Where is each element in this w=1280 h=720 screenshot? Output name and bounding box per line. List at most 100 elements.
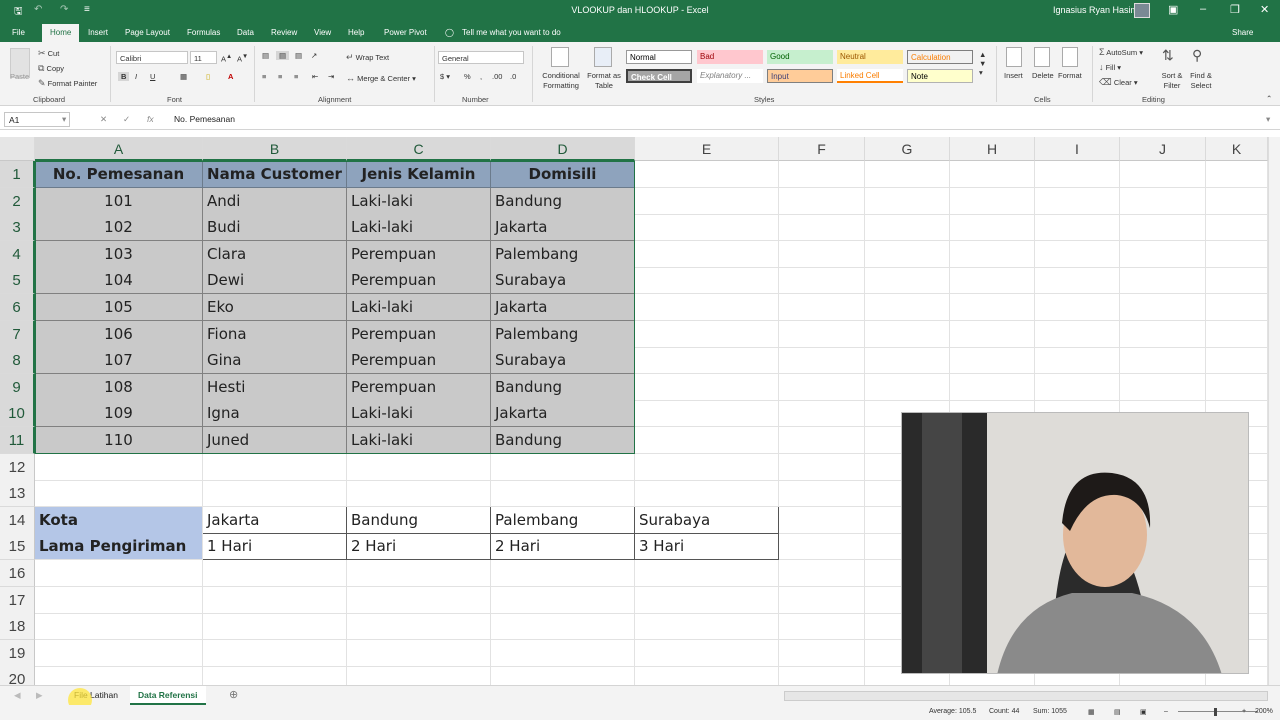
enter-icon[interactable]: ✓	[123, 114, 130, 125]
grid-cell[interactable]	[950, 240, 1035, 268]
row-header-20[interactable]: 20	[0, 666, 35, 685]
decrease-font-icon[interactable]: A▼	[237, 53, 248, 64]
zoom-in-icon[interactable]: +	[1242, 708, 1246, 715]
grid-cell[interactable]	[779, 613, 865, 641]
grid-cell[interactable]	[950, 187, 1035, 215]
grid-cell[interactable]	[950, 267, 1035, 295]
grid-cell[interactable]	[1206, 320, 1268, 348]
table-cell[interactable]: Fiona	[203, 320, 347, 348]
grid-cell[interactable]	[779, 560, 865, 587]
conditional-formatting-button[interactable]: Conditional Formatting	[538, 71, 584, 91]
grid-cell[interactable]	[203, 586, 347, 614]
grid-cell[interactable]	[635, 480, 779, 508]
table-cell[interactable]: 104	[35, 267, 203, 295]
grid-cell[interactable]	[1120, 267, 1206, 295]
table-cell[interactable]: Dewi	[203, 267, 347, 295]
formula-input[interactable]: No. Pemesanan	[174, 114, 235, 124]
table-cell[interactable]: Igna	[203, 400, 347, 428]
table-cell[interactable]: 110	[35, 427, 203, 454]
grid-cell[interactable]	[1206, 187, 1268, 215]
grid-cell[interactable]	[779, 506, 865, 534]
grid-cell[interactable]	[779, 400, 865, 428]
table-cell[interactable]: Perempuan	[347, 373, 491, 401]
table-cell[interactable]: 107	[35, 347, 203, 375]
tab-review[interactable]: Review	[271, 28, 297, 37]
grid-cell[interactable]	[779, 586, 865, 614]
table-cell[interactable]: Laki-laki	[347, 214, 491, 242]
grid-cell[interactable]	[950, 347, 1035, 375]
column-header-k[interactable]: K	[1206, 137, 1268, 161]
collapse-ribbon-icon[interactable]: ⌃	[1266, 94, 1272, 103]
grid-cell[interactable]	[491, 666, 635, 685]
grid-cell[interactable]	[635, 560, 779, 587]
grid-cell[interactable]	[1035, 373, 1120, 401]
grid-cell[interactable]	[1035, 161, 1120, 188]
increase-font-icon[interactable]: A▲	[221, 53, 232, 64]
table-cell[interactable]: Hesti	[203, 373, 347, 401]
row-header-13[interactable]: 13	[0, 480, 35, 508]
grid-cell[interactable]	[635, 240, 779, 268]
grid-cell[interactable]	[635, 267, 779, 295]
tab-page-layout[interactable]: Page Layout	[125, 28, 170, 37]
table-cell[interactable]: Surabaya	[491, 347, 635, 375]
table-cell[interactable]: 101	[35, 187, 203, 215]
align-middle-icon[interactable]: ▤	[276, 51, 290, 60]
grid-cell[interactable]	[635, 400, 779, 428]
table-cell[interactable]: 103	[35, 240, 203, 268]
find-select-button[interactable]: Find & Select	[1186, 71, 1216, 91]
grid-cell[interactable]	[779, 373, 865, 401]
row-header-6[interactable]: 6	[0, 294, 35, 321]
grid-cell[interactable]	[35, 639, 203, 667]
font-color-icon[interactable]: A	[228, 72, 233, 81]
fill-button[interactable]: ↓ Fill ▾	[1099, 62, 1121, 72]
grid-cell[interactable]	[491, 560, 635, 587]
hlookup-label-cell[interactable]: Kota	[35, 506, 203, 534]
minimize-icon[interactable]: –	[1200, 3, 1206, 15]
grid-cell[interactable]	[1035, 187, 1120, 215]
grid-cell[interactable]	[779, 294, 865, 321]
decrease-indent-icon[interactable]: ⇤	[312, 72, 318, 81]
copy-button[interactable]: ⧉ Copy	[38, 63, 64, 74]
row-header-9[interactable]: 9	[0, 373, 35, 401]
user-name[interactable]: Ignasius Ryan Hasim	[1053, 5, 1138, 15]
align-bottom-icon[interactable]: ▤	[295, 51, 302, 60]
table-cell[interactable]: Eko	[203, 294, 347, 321]
grid-cell[interactable]	[1035, 214, 1120, 242]
grid-cell[interactable]	[950, 214, 1035, 242]
row-header-12[interactable]: 12	[0, 453, 35, 481]
style-check-cell[interactable]: Check Cell	[626, 69, 692, 83]
grid-cell[interactable]	[203, 480, 347, 508]
table-cell[interactable]: 109	[35, 400, 203, 428]
table-cell[interactable]: Jakarta	[491, 214, 635, 242]
grid-cell[interactable]	[203, 639, 347, 667]
grid-cell[interactable]	[635, 214, 779, 242]
grid-cell[interactable]	[203, 613, 347, 641]
grid-cell[interactable]	[1120, 187, 1206, 215]
increase-indent-icon[interactable]: ⇥	[328, 72, 334, 81]
table-cell[interactable]: Budi	[203, 214, 347, 242]
grid-cell[interactable]	[35, 666, 203, 685]
table-cell[interactable]: 102	[35, 214, 203, 242]
style-explanatory[interactable]: Explanatory ...	[697, 69, 763, 83]
horizontal-scrollbar[interactable]	[784, 691, 1268, 701]
grid-cell[interactable]	[635, 347, 779, 375]
grid-cell[interactable]	[35, 453, 203, 481]
hlookup-cell[interactable]: Jakarta	[203, 506, 347, 534]
row-header-8[interactable]: 8	[0, 347, 35, 375]
tab-home[interactable]: Home	[42, 24, 80, 42]
align-center-icon[interactable]: ≡	[278, 72, 282, 81]
column-header-f[interactable]: F	[779, 137, 865, 161]
grid-cell[interactable]	[1206, 240, 1268, 268]
select-all-corner[interactable]	[0, 137, 35, 161]
name-box[interactable]: A1	[4, 112, 70, 127]
sheet-tab-data-referensi[interactable]: Data Referensi	[130, 686, 206, 705]
prev-sheet-icon[interactable]: ◀	[14, 690, 21, 701]
style-input[interactable]: Input	[767, 69, 833, 83]
column-header-j[interactable]: J	[1120, 137, 1206, 161]
zoom-out-icon[interactable]: –	[1164, 708, 1168, 715]
row-header-19[interactable]: 19	[0, 639, 35, 667]
hlookup-cell[interactable]: 3 Hari	[635, 533, 779, 561]
grid-cell[interactable]	[35, 613, 203, 641]
grid-cell[interactable]	[635, 666, 779, 685]
tell-me-search[interactable]: Tell me what you want to do	[462, 28, 561, 37]
